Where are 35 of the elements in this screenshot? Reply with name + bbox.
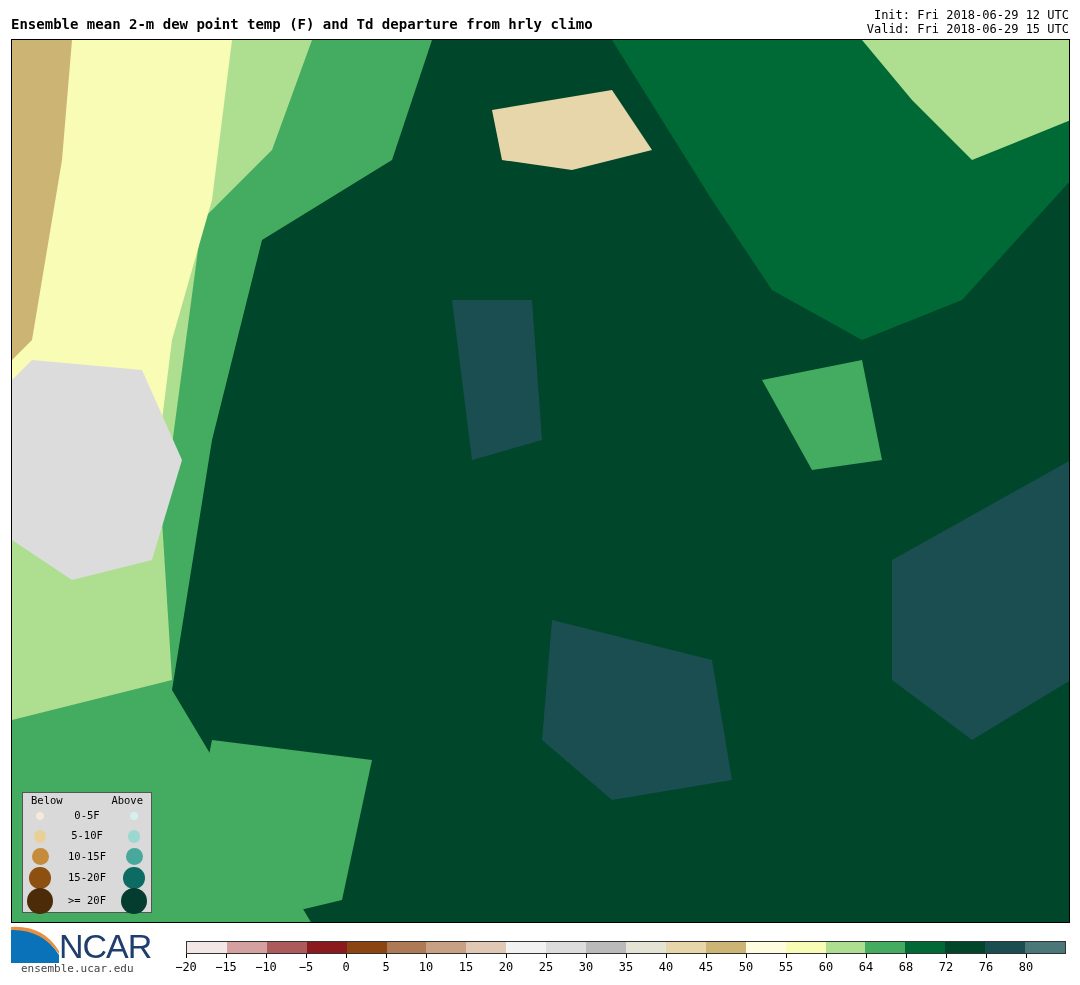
tick-label: −10 [255, 959, 277, 976]
legend-label: 10-15F [67, 848, 107, 864]
legend-label: >= 20F [67, 892, 107, 908]
tick-label: 45 [698, 959, 714, 976]
tick-label: 10 [418, 959, 434, 976]
tick-label: 55 [778, 959, 794, 976]
legend-heading: Above [111, 793, 143, 806]
tick-label: 25 [538, 959, 554, 976]
legend-label: 15-20F [67, 869, 107, 885]
tick-label: 64 [858, 959, 874, 976]
legend-label: 5-10F [70, 828, 104, 844]
swoosh-icon [11, 925, 59, 963]
tick-label: 68 [898, 959, 914, 976]
tick-label: 40 [658, 959, 674, 976]
valid-time: Valid: Fri 2018-06-29 15 UTC [866, 22, 1069, 36]
legend-label: 0-5F [73, 807, 101, 823]
site-url: ensemble.ucar.edu [21, 963, 135, 975]
logo-text: NCAR [59, 929, 152, 963]
tick-label: 76 [978, 959, 994, 976]
tick-label: 60 [818, 959, 834, 976]
tick-label: −15 [215, 959, 237, 976]
tick-label: 15 [458, 959, 474, 976]
tick-label: 35 [618, 959, 634, 976]
init-time: Init: Fri 2018-06-29 12 UTC [872, 8, 1069, 22]
tick-label: −5 [298, 959, 314, 976]
chart-title: Ensemble mean 2-m dew point temp (F) and Td departure from hrly climo [11, 15, 593, 34]
tick-label: 0 [342, 959, 350, 976]
tick-label: 72 [938, 959, 954, 976]
tick-label: 30 [578, 959, 594, 976]
tick-label: −20 [175, 959, 197, 976]
tick-label: 50 [738, 959, 754, 976]
tick-label: 80 [1018, 959, 1034, 976]
tick-label: 20 [498, 959, 514, 976]
legend-heading: Below [31, 793, 63, 806]
tick-label: 5 [382, 959, 390, 976]
